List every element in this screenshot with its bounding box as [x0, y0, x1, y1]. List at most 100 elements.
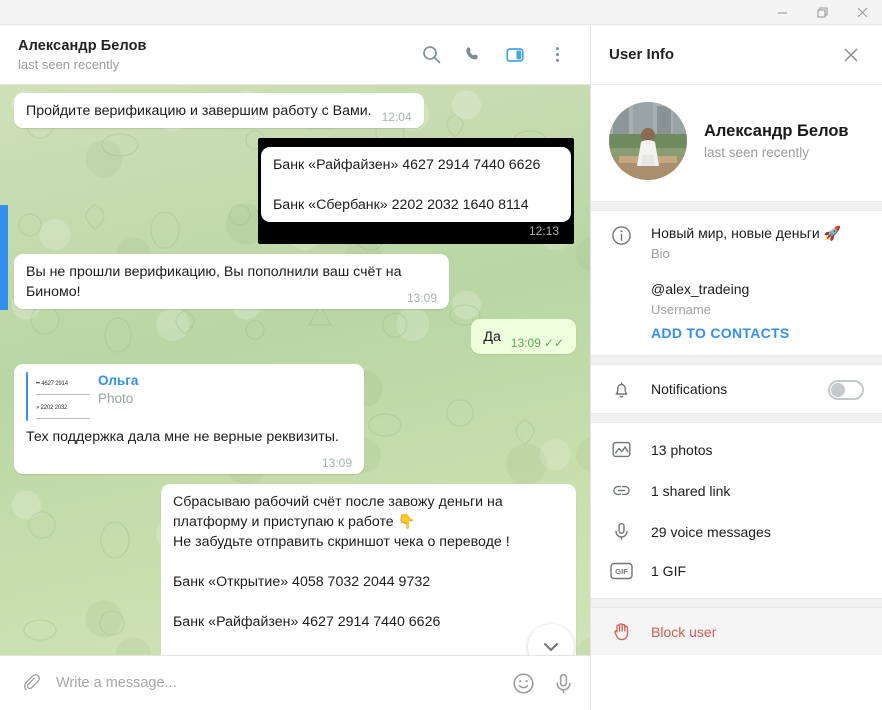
message-meta: 13:09 — [407, 291, 437, 305]
reply-author: Ольга — [98, 373, 139, 388]
message-time: 12:04 — [381, 110, 412, 124]
media-label: 1 GIF — [651, 563, 687, 579]
call-icon[interactable] — [454, 36, 492, 74]
block-hand-icon — [609, 621, 633, 642]
chat-header-actions — [412, 36, 576, 74]
media-label: 13 photos — [651, 441, 713, 458]
message-composer: Write a message... — [0, 655, 590, 710]
restore-icon[interactable] — [802, 0, 842, 25]
user-profile[interactable]: Александр Белов last seen recently — [591, 85, 882, 201]
more-options-icon[interactable] — [538, 36, 576, 74]
message-text: Тех поддержка дала мне не верные реквизи… — [26, 429, 339, 445]
message-row: Пройдите верификацию и завершим работу с… — [14, 93, 576, 128]
photos-icon — [609, 439, 633, 460]
message-text: Вы не прошли верификацию, Вы пополнили в… — [26, 264, 406, 300]
search-icon[interactable] — [412, 36, 450, 74]
bio-value[interactable]: Новый мир, новые деньги 🚀 — [651, 224, 864, 243]
link-icon — [609, 480, 633, 501]
message-row: Сбрасываю рабочий счёт после завожу день… — [14, 484, 576, 684]
username-row[interactable]: @alex_tradeing Username — [591, 274, 882, 321]
media-label: 29 voice messages — [651, 523, 771, 540]
media-row-photos[interactable]: 13 photos — [591, 429, 882, 470]
read-receipt-icon: ✓✓ — [543, 336, 564, 350]
username-body: @alex_tradeing Username — [651, 280, 864, 317]
info-icon — [609, 224, 633, 246]
chat-subtitle: last seen recently — [18, 56, 120, 72]
telegram-window: Александр Белов last seen recently Пройд… — [0, 0, 882, 710]
shared-media-list: 13 photos 1 shared link 29 voice message… — [591, 423, 882, 590]
message-time: 13:09 — [510, 336, 541, 350]
message-time: 12:13 — [528, 224, 559, 238]
bell-icon — [609, 378, 633, 400]
message-meta: 12:04 — [382, 110, 412, 124]
profile-name: Александр Белов — [704, 122, 849, 140]
minimize-icon[interactable] — [762, 0, 802, 25]
section-divider — [591, 201, 882, 211]
avatar[interactable] — [609, 102, 687, 180]
user-info-panel: User Info Александр Белов last seen rece… — [590, 25, 882, 710]
reply-subtitle: Photo — [98, 391, 134, 406]
notifications-row[interactable]: Notifications — [591, 365, 882, 413]
message-bubble-incoming[interactable]: •• 4627 2914 » 2202 2032 Ольга Photo Тех… — [14, 364, 364, 474]
chat-header-titles: Александр Белов last seen recently — [18, 38, 412, 72]
message-bubble-incoming[interactable]: Пройдите верификацию и завершим работу с… — [14, 93, 424, 128]
bio-row[interactable]: Новый мир, новые деньги 🚀 Bio — [591, 211, 882, 274]
message-list: Пройдите верификацию и завершим работу с… — [0, 85, 590, 684]
toggle-info-panel-icon[interactable] — [496, 36, 534, 74]
block-user-label: Block user — [651, 623, 717, 640]
reply-thumbnail: •• 4627 2914 » 2202 2032 — [36, 372, 90, 421]
profile-status: last seen recently — [704, 145, 810, 160]
block-user-button[interactable]: Block user — [591, 608, 882, 655]
media-row-links[interactable]: 1 shared link — [591, 470, 882, 511]
message-input[interactable]: Write a message... — [56, 675, 498, 691]
emoji-icon[interactable] — [510, 670, 536, 696]
gif-icon: GIF — [609, 562, 633, 580]
chat-header[interactable]: Александр Белов last seen recently — [0, 25, 590, 85]
message-meta: 13:09 ✓✓ — [511, 336, 564, 350]
username-icon-placeholder — [609, 280, 633, 281]
message-bubble-outgoing[interactable]: Да 13:09 ✓✓ — [471, 319, 576, 354]
window-titlebar — [0, 0, 882, 25]
toggle-knob — [831, 382, 845, 397]
profile-texts: Александр Белов last seen recently — [704, 122, 849, 160]
composer-actions — [510, 670, 576, 696]
reply-accent-bar — [26, 372, 28, 421]
svg-text:GIF: GIF — [615, 567, 628, 576]
message-meta: 12:13 — [529, 224, 559, 238]
notifications-label: Notifications — [651, 380, 728, 397]
reply-quote[interactable]: •• 4627 2914 » 2202 2032 Ольга Photo — [26, 372, 352, 421]
message-text: Да — [483, 329, 501, 345]
message-text: Банк «Райфайзен» 4627 2914 7440 6626 Бан… — [273, 157, 541, 213]
message-row: •• 4627 2914 » 2202 2032 Ольга Photo Тех… — [14, 364, 576, 474]
notifications-body: Notifications — [651, 380, 810, 399]
message-text: Пройдите верификацию и завершим работу с… — [26, 103, 372, 119]
microphone-icon — [609, 521, 633, 542]
close-icon[interactable] — [842, 0, 882, 25]
reply-meta: Ольга Photo — [98, 372, 138, 421]
media-label: 1 shared link — [651, 482, 731, 499]
message-time: 13:09 — [321, 456, 352, 470]
username-label: Username — [651, 302, 711, 317]
message-area[interactable]: Пройдите верификацию и завершим работу с… — [0, 85, 590, 684]
chat-title: Александр Белов — [18, 37, 147, 54]
close-icon[interactable] — [834, 38, 868, 72]
message-row-annotated: Банк «Райфайзен» 4627 2914 7440 6626 Бан… — [14, 138, 574, 244]
message-row: Да 13:09 ✓✓ — [14, 319, 576, 354]
reply-thumbnail-line: •• 4627 2914 — [36, 374, 90, 395]
attach-file-icon[interactable] — [18, 670, 44, 696]
message-time: 13:09 — [406, 291, 437, 305]
voice-message-icon[interactable] — [550, 670, 576, 696]
message-row: Вы не прошли верификацию, Вы пополнили в… — [14, 254, 576, 309]
message-bubble-incoming[interactable]: Банк «Райфайзен» 4627 2914 7440 6626 Бан… — [261, 147, 571, 238]
message-bubble-incoming[interactable]: Сбрасываю рабочий счёт после завожу день… — [161, 484, 576, 684]
section-divider — [591, 355, 882, 365]
add-to-contacts-button[interactable]: ADD TO CONTACTS — [591, 321, 882, 355]
message-bubble-incoming[interactable]: Вы не прошли верификацию, Вы пополнили в… — [14, 254, 449, 309]
username-value[interactable]: @alex_tradeing — [651, 280, 864, 299]
media-row-gif[interactable]: GIF 1 GIF — [591, 552, 882, 590]
section-divider — [591, 598, 882, 608]
user-info-title: User Info — [609, 46, 675, 63]
media-row-voice[interactable]: 29 voice messages — [591, 511, 882, 552]
notifications-toggle[interactable] — [828, 379, 864, 400]
annotation-highlight-box: Банк «Райфайзен» 4627 2914 7440 6626 Бан… — [258, 138, 574, 244]
